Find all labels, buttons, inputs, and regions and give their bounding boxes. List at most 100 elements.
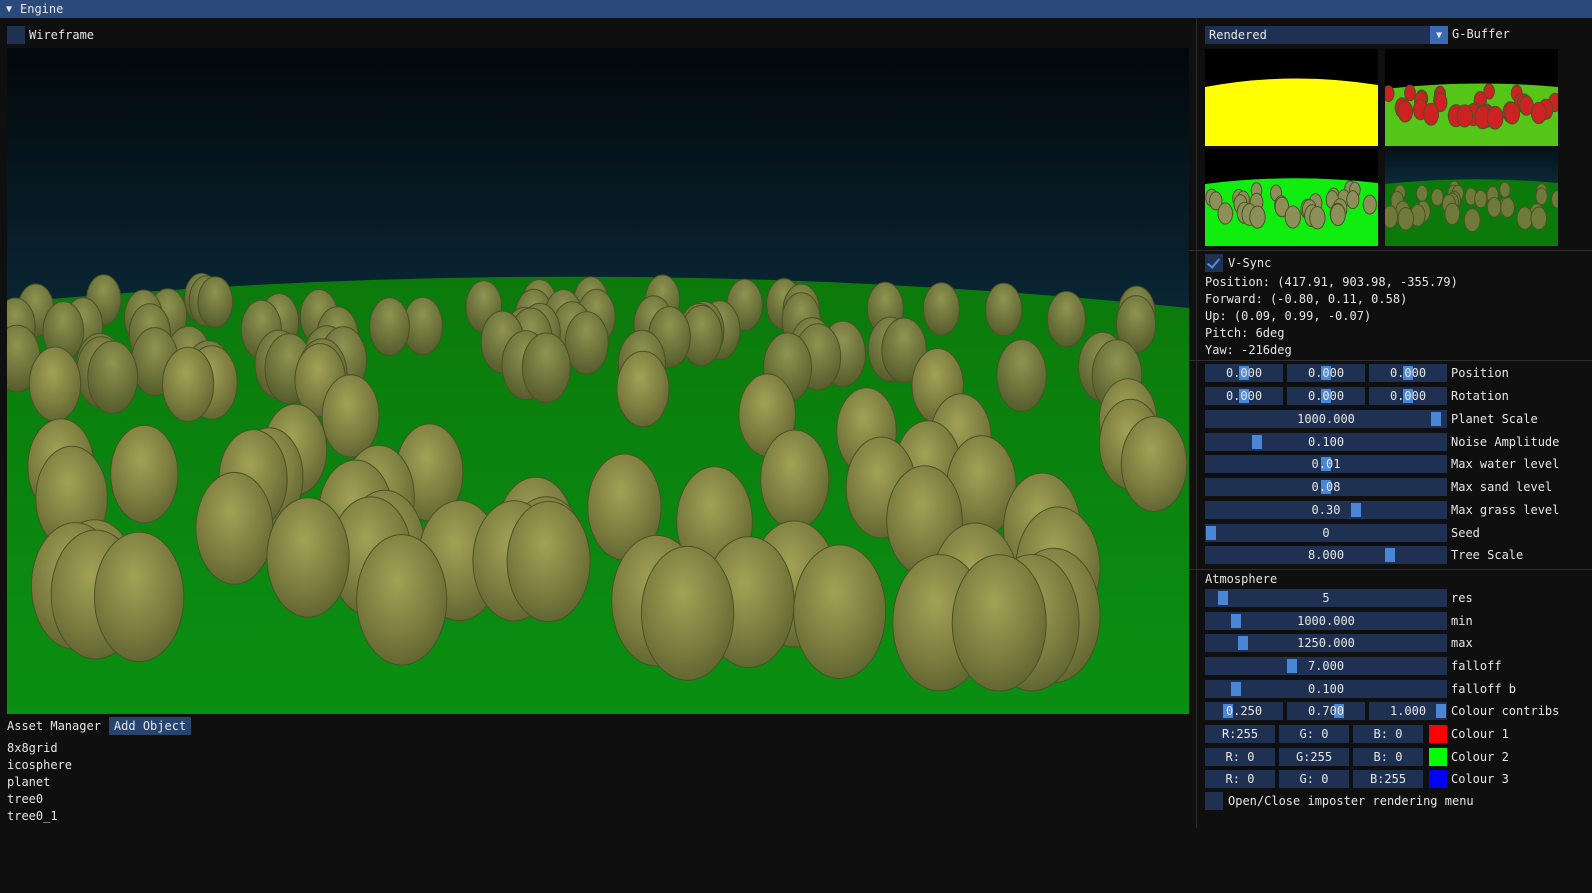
vsync-checkbox[interactable] [1205, 254, 1223, 272]
position-y-drag[interactable]: 0.000 [1287, 364, 1365, 382]
param-value: 5 [1322, 591, 1330, 605]
imposter-menu-label: Open/Close imposter rendering menu [1228, 794, 1474, 808]
colour-1-g-drag[interactable]: G: 0 [1279, 725, 1349, 743]
colour-1-swatch[interactable] [1429, 725, 1447, 743]
gbuffer-mask-thumbnail [1205, 49, 1378, 146]
asset-item[interactable]: tree0_1 [7, 808, 72, 825]
render-mode-value: Rendered [1209, 28, 1267, 42]
colour-2-swatch[interactable] [1429, 748, 1447, 766]
colour-2-r-drag[interactable]: R: 0 [1205, 748, 1275, 766]
param-value: 0.01 [1311, 457, 1341, 472]
slider-grab[interactable] [1218, 591, 1228, 605]
asset-manager-header: Asset Manager Add Object [7, 717, 192, 735]
param-slider[interactable]: 7.000 [1205, 657, 1447, 676]
param-slider[interactable]: 0.100 [1205, 432, 1447, 451]
colour-contrib-g-slider[interactable]: 0.700 [1287, 702, 1365, 720]
colour-2-label: Colour 2 [1451, 750, 1509, 764]
param-slider[interactable]: 0.30 [1205, 500, 1447, 519]
param-slider[interactable]: 0.100 [1205, 679, 1447, 698]
rotation-y-drag[interactable]: 0.000 [1287, 387, 1365, 405]
param-row: 8.000 Tree Scale [1205, 546, 1523, 565]
param-row: 7.000 falloff [1205, 657, 1502, 676]
colour-1-row: R:255 G: 0 B: 0 Colour 1 [1205, 725, 1509, 743]
colour-contrib-b-slider[interactable]: 1.000 [1369, 702, 1447, 720]
slider-grab[interactable] [1431, 412, 1441, 426]
rotation-x-drag[interactable]: 0.000 [1205, 387, 1283, 405]
asset-item[interactable]: icosphere [7, 757, 72, 774]
param-slider[interactable]: 0.08 [1205, 478, 1447, 497]
param-value: 1250.000 [1297, 636, 1355, 651]
wireframe-toggle-row[interactable]: Wireframe [7, 26, 94, 44]
param-row: 0.100 Noise Amplitude [1205, 432, 1559, 451]
camera-pitch-text: Pitch: 6deg [1205, 326, 1285, 340]
3d-viewport[interactable] [7, 48, 1189, 714]
param-row: 1250.000 max [1205, 634, 1473, 653]
param-label: Seed [1451, 525, 1480, 540]
camera-up-text: Up: (0.09, 0.99, -0.07) [1205, 309, 1372, 323]
gbuffer-normals-thumbnail [1385, 49, 1558, 146]
asset-manager-title: Asset Manager [7, 719, 101, 733]
param-slider[interactable]: 1000.000 [1205, 410, 1447, 428]
position-row: 0.000 0.000 0.000 Position [1205, 364, 1509, 382]
param-label: res [1451, 591, 1473, 605]
slider-grab[interactable] [1351, 502, 1361, 517]
asset-item[interactable]: 8x8grid [7, 740, 72, 757]
colour-2-b-drag[interactable]: B: 0 [1353, 748, 1423, 766]
slider-grab[interactable] [1238, 636, 1248, 651]
imposter-menu-toggle-row[interactable]: Open/Close imposter rendering menu [1205, 792, 1474, 810]
vsync-label: V-Sync [1228, 256, 1272, 270]
colour-3-swatch[interactable] [1429, 770, 1447, 788]
colour-contribs-label: Colour contribs [1451, 704, 1560, 718]
atmosphere-section-title: Atmosphere [1205, 572, 1278, 586]
position-z-drag[interactable]: 0.000 [1369, 364, 1447, 382]
slider-grab[interactable] [1231, 613, 1241, 628]
param-value: 1000.000 [1297, 412, 1355, 426]
param-slider[interactable]: 0.01 [1205, 455, 1447, 474]
colour-contrib-r-slider[interactable]: 0.250 [1205, 702, 1283, 720]
rotation-z-drag[interactable]: 0.000 [1369, 387, 1447, 405]
collapse-triangle-icon[interactable]: ▼ [6, 4, 20, 15]
gbuffer-label: G-Buffer [1452, 27, 1510, 41]
param-label: Tree Scale [1451, 548, 1524, 563]
param-slider[interactable]: 8.000 [1205, 546, 1447, 565]
slider-grab[interactable] [1287, 659, 1297, 674]
param-value: 0.100 [1307, 434, 1345, 449]
asset-item[interactable]: planet [7, 774, 72, 791]
param-label: Max grass level [1451, 502, 1560, 517]
colour-1-r-drag[interactable]: R:255 [1205, 725, 1275, 743]
param-label: Max sand level [1451, 480, 1553, 495]
param-value: 0 [1322, 525, 1330, 540]
colour-1-b-drag[interactable]: B: 0 [1353, 725, 1423, 743]
param-value: 8.000 [1307, 548, 1345, 563]
param-slider[interactable]: 1000.000 [1205, 611, 1447, 630]
slider-grab[interactable] [1231, 681, 1241, 696]
wireframe-label: Wireframe [29, 28, 95, 42]
param-value: 0.100 [1307, 681, 1345, 696]
window-title: Engine [20, 2, 64, 16]
colour-3-g-drag[interactable]: G: 0 [1279, 770, 1349, 788]
window-title-bar[interactable]: ▼ Engine [0, 0, 1592, 18]
slider-grab[interactable] [1436, 704, 1446, 718]
param-label: falloff [1451, 659, 1502, 674]
camera-forward-text: Forward: (-0.80, 0.11, 0.58) [1205, 292, 1408, 306]
asset-item[interactable]: tree0 [7, 791, 72, 808]
colour-2-g-drag[interactable]: G:255 [1279, 748, 1349, 766]
rotation-row: 0.000 0.000 0.000 Rotation [1205, 387, 1509, 405]
param-slider[interactable]: 5 [1205, 589, 1447, 607]
slider-grab[interactable] [1252, 434, 1262, 449]
vsync-toggle-row[interactable]: V-Sync [1205, 254, 1271, 272]
colour-3-r-drag[interactable]: R: 0 [1205, 770, 1275, 788]
imposter-menu-checkbox[interactable] [1205, 792, 1223, 810]
dropdown-arrow-icon[interactable]: ▼ [1430, 26, 1448, 44]
slider-grab[interactable] [1206, 525, 1216, 540]
add-object-button[interactable]: Add Object [108, 717, 192, 735]
render-mode-dropdown[interactable]: Rendered ▼ [1205, 26, 1448, 44]
scene-pane: Wireframe Asset Manager Add Object 8x8gr… [0, 18, 1196, 893]
position-x-drag[interactable]: 0.000 [1205, 364, 1283, 382]
param-slider[interactable]: 0 [1205, 523, 1447, 542]
colour-3-b-drag[interactable]: B:255 [1353, 770, 1423, 788]
slider-grab[interactable] [1385, 548, 1395, 563]
gbuffer-final-thumbnail [1385, 149, 1558, 246]
param-slider[interactable]: 1250.000 [1205, 634, 1447, 653]
wireframe-checkbox[interactable] [7, 26, 25, 44]
